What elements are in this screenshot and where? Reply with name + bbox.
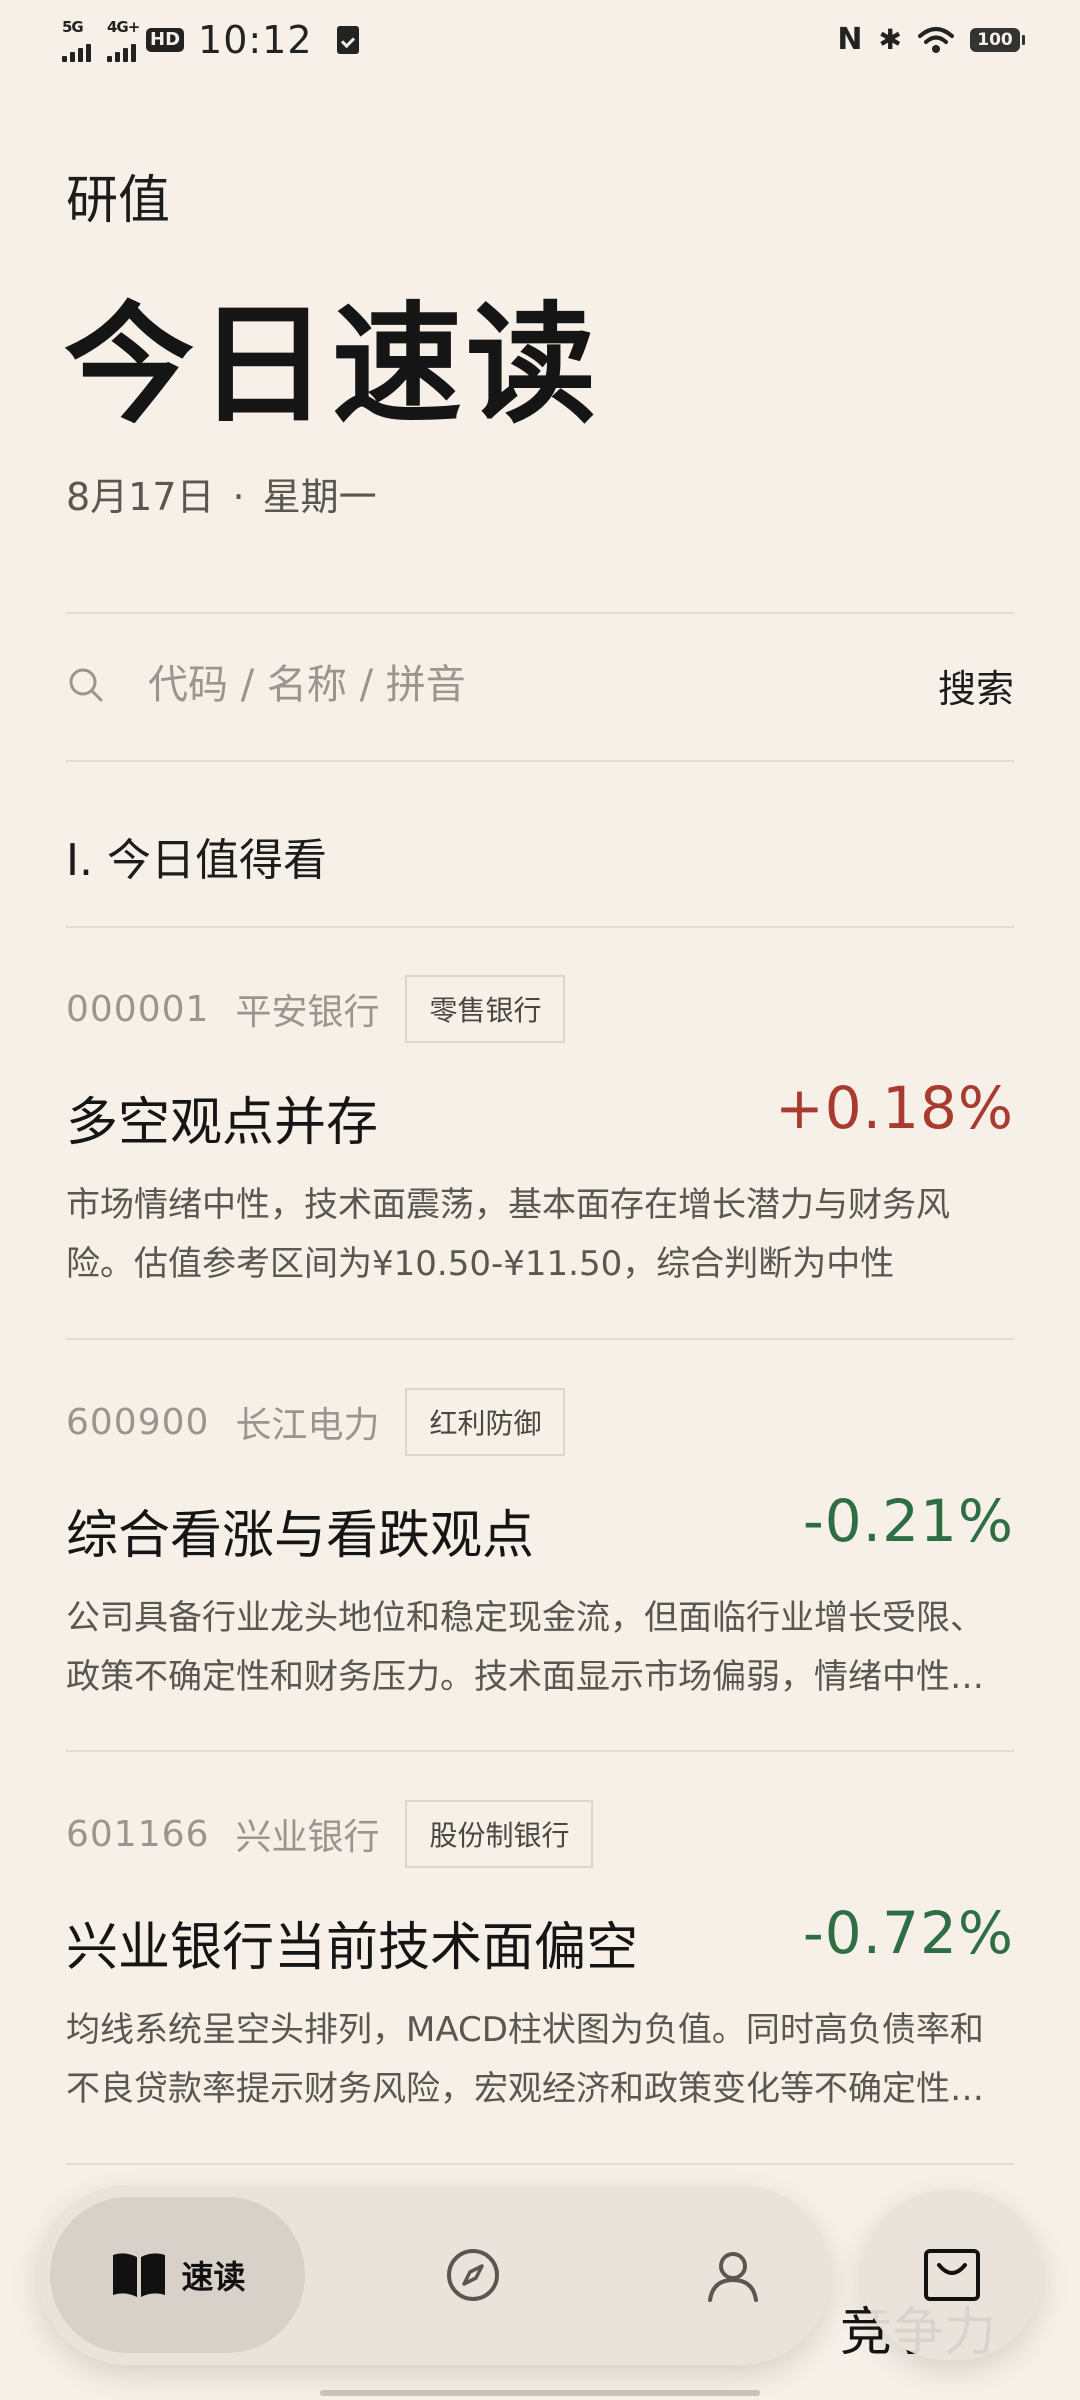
book-icon <box>113 2253 166 2297</box>
home-indicator <box>320 2390 760 2396</box>
date-separator: · <box>232 475 245 519</box>
search-input[interactable] <box>146 661 938 709</box>
status-time: 10:12 <box>198 18 313 62</box>
divider <box>66 1338 1014 1340</box>
nav-tab-profile[interactable] <box>653 2185 813 2365</box>
page-title: 今日速读 <box>64 289 601 441</box>
date: 8月17日 <box>66 475 215 519</box>
bottom-nav: 速读 <box>38 2185 830 2365</box>
search-icon <box>69 668 103 702</box>
search-button[interactable]: 搜索 <box>938 658 1014 713</box>
price-change: +0.18% <box>775 1074 1014 1142</box>
stock-name: 长江电力 <box>235 1405 380 1446</box>
nav-tab-discover[interactable] <box>393 2185 553 2365</box>
card-summary: 市场情绪中性，技术面震荡，基本面存在增长潜力与财务风险。估值参考区间为¥10.5… <box>66 1185 950 1284</box>
stock-card[interactable]: 000001 平安银行 零售银行 多空观点并存 +0.18% 市场情绪中性，技术… <box>66 975 1014 1294</box>
card-summary: 公司具备行业龙头地位和稳定现金流，但面临行业增长受限、政策不确定性和财务压力。技… <box>66 1598 984 1697</box>
stock-tag: 红利防御 <box>405 1388 566 1456</box>
divider <box>66 760 1014 762</box>
stock-name: 兴业银行 <box>235 1817 380 1858</box>
card-headline: 多空观点并存 <box>66 1093 379 1153</box>
status-bar: 5G 4G+ HD 10:12 N ✱ 100 <box>0 0 1080 84</box>
stock-tag: 零售银行 <box>405 975 566 1043</box>
nav-tab-read-label: 速读 <box>181 2258 246 2296</box>
signal-5g-icon: 5G <box>62 18 91 62</box>
divider <box>66 1750 1014 1752</box>
wifi-icon <box>918 26 954 53</box>
weekday: 星期一 <box>262 475 377 519</box>
stock-code: 601166 <box>66 1813 210 1855</box>
stock-name: 平安银行 <box>235 992 380 1033</box>
price-change: -0.72% <box>802 1899 1014 1967</box>
stock-card[interactable]: 600900 长江电力 红利防御 综合看涨与看跌观点 -0.21% 公司具备行业… <box>66 1388 1014 1707</box>
nfc-icon: N <box>837 22 863 57</box>
card-headline: 兴业银行当前技术面偏空 <box>66 1918 639 1978</box>
stock-tag: 股份制银行 <box>405 1800 594 1868</box>
user-icon <box>708 2252 758 2302</box>
price-change: -0.21% <box>802 1487 1014 1555</box>
compass-icon <box>447 2249 499 2301</box>
bluetooth-icon: ✱ <box>878 23 902 56</box>
signal-4g-icon: 4G+ <box>107 18 140 62</box>
search-bar: 搜索 <box>66 640 1014 730</box>
divider <box>66 2163 1014 2165</box>
stock-code: 000001 <box>66 988 210 1030</box>
date-line: 8月17日 · 星期一 <box>66 466 377 521</box>
card-headline: 综合看涨与看跌观点 <box>66 1506 535 1566</box>
divider <box>66 926 1014 928</box>
app-name: 研值 <box>66 171 171 231</box>
clipboard-check-icon <box>336 26 359 54</box>
shopping-bag-icon <box>924 2249 980 2301</box>
stock-card[interactable]: 601166 兴业银行 股份制银行 兴业银行当前技术面偏空 -0.72% 均线系… <box>66 1800 1014 2119</box>
battery-icon: 100 <box>970 27 1025 52</box>
cart-button[interactable] <box>862 2190 1042 2360</box>
section-title: I. 今日值得看 <box>66 835 327 886</box>
hd-voice-icon: HD <box>146 28 185 52</box>
stock-code: 600900 <box>66 1401 210 1443</box>
nav-tab-read[interactable]: 速读 <box>50 2197 305 2353</box>
card-summary: 均线系统呈空头排列，MACD柱状图为负值。同时高负债率和不良贷款率提示财务风险，… <box>66 2010 984 2109</box>
divider <box>66 612 1014 614</box>
